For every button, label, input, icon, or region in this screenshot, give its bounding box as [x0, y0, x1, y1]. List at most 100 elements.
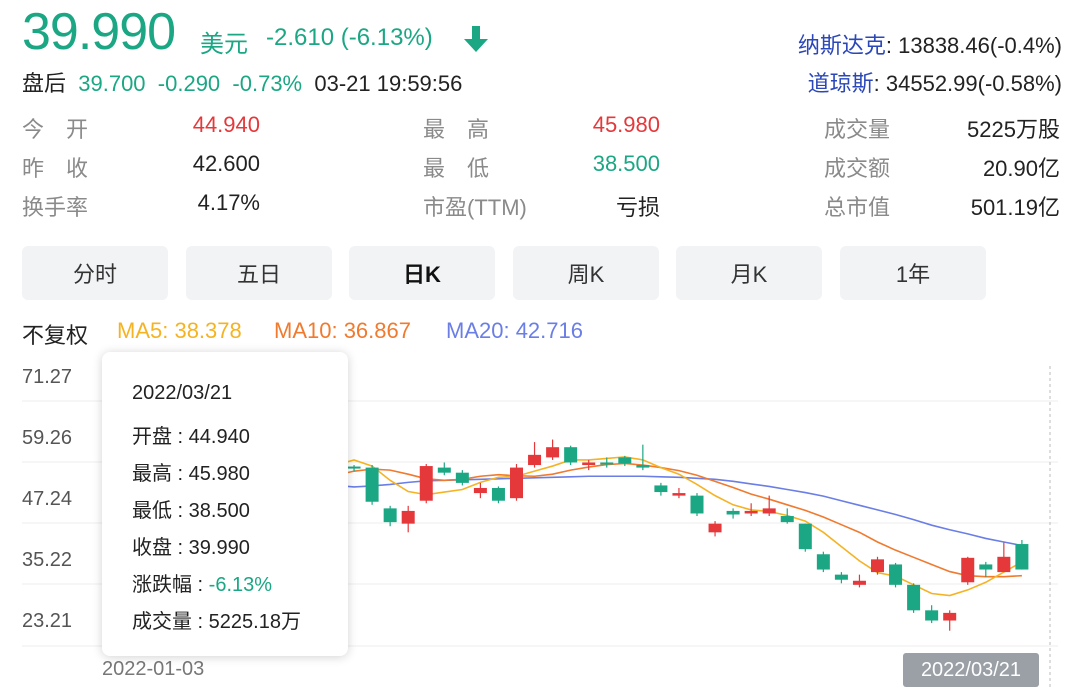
- index-value: : 13838.46(-0.4%): [885, 33, 1062, 58]
- after-hours-price: 39.700: [78, 71, 146, 96]
- ma5-legend: MA5: 38.378: [117, 318, 242, 343]
- candle-body: [600, 462, 614, 465]
- candle-body: [365, 467, 379, 502]
- crosshair-date-label: 2022/03/21: [903, 653, 1039, 687]
- y-tick-label: 35.22: [22, 549, 73, 571]
- candle-body: [437, 467, 451, 473]
- ma20-line: [335, 475, 1023, 547]
- stat-value: 20.90亿: [982, 156, 1060, 181]
- candle-body: [636, 465, 650, 468]
- y-tick-label: 23.21: [22, 610, 73, 632]
- stat-label: 成交量: [824, 117, 891, 142]
- candle-body: [997, 556, 1011, 573]
- candle-body: [816, 554, 830, 570]
- current-price: 39.990: [22, 3, 176, 61]
- tab-monthly-k[interactable]: 月K: [676, 246, 822, 300]
- candle-body: [907, 584, 921, 611]
- stat-label: 今 开: [22, 117, 89, 142]
- ma10-line: [335, 462, 1022, 578]
- y-tick-label: 59.26: [22, 427, 73, 449]
- candle-body: [834, 574, 848, 580]
- candle-body: [690, 495, 704, 514]
- index-nasdaq[interactable]: 纳斯达克: 13838.46(-0.4%): [798, 28, 1062, 60]
- candle-body: [564, 447, 578, 463]
- candle-body: [672, 493, 686, 496]
- stat-label: 换手率: [22, 195, 89, 220]
- tab-five-day[interactable]: 五日: [186, 246, 332, 300]
- candle-body: [943, 612, 957, 621]
- stat-value: 44.940: [192, 112, 260, 137]
- index-dow[interactable]: 道琼斯: 34552.99(-0.58%): [808, 66, 1062, 98]
- currency-unit: 美元: [200, 31, 248, 58]
- tab-weekly-k[interactable]: 周K: [513, 246, 659, 300]
- candle-body: [455, 472, 469, 483]
- candle-body: [762, 508, 776, 514]
- stat-value: 5225万股: [967, 117, 1060, 142]
- candle-body: [726, 510, 740, 515]
- candle-body: [979, 564, 993, 570]
- candle-body: [889, 564, 903, 585]
- tooltip-change: 涨跌幅 : -6.13%: [132, 568, 272, 597]
- index-name: 纳斯达克: [797, 33, 886, 58]
- candle-body: [546, 447, 560, 458]
- candle-body: [347, 466, 361, 469]
- candle-body: [708, 523, 722, 533]
- candle-body: [1015, 544, 1029, 570]
- stat-label: 成交额: [824, 156, 891, 181]
- candle-body: [618, 457, 632, 464]
- tooltip-change-value: -6.13%: [208, 574, 273, 596]
- tab-daily-k[interactable]: 日K: [349, 246, 495, 300]
- adjust-selector[interactable]: 不复权: [22, 318, 88, 350]
- after-hours-label: 盘后: [22, 71, 67, 96]
- candle-body: [744, 510, 758, 514]
- candle-body: [491, 487, 505, 501]
- candle-body: [961, 557, 975, 583]
- after-hours-time: 03-21 19:59:56: [314, 71, 463, 96]
- candle-body: [528, 454, 542, 466]
- stat-label: 昨 收: [22, 156, 89, 181]
- candle-body: [654, 485, 668, 493]
- x-axis-start-label: 2022-01-03: [102, 658, 205, 680]
- candle-body: [510, 467, 523, 499]
- ma20-legend: MA20: 42.716: [446, 318, 583, 343]
- candle-body: [582, 462, 596, 466]
- candle-body: [473, 487, 487, 494]
- after-hours-change: -0.290: [157, 71, 221, 96]
- index-name: 道琼斯: [807, 71, 874, 96]
- tab-intraday[interactable]: 分时: [22, 246, 168, 300]
- stat-value: 4.17%: [197, 190, 260, 215]
- stat-label: 总市值: [824, 195, 891, 220]
- candle-body: [871, 559, 884, 573]
- stat-value: 45.980: [592, 112, 660, 137]
- tooltip-high: 最高 : 45.980: [132, 463, 250, 485]
- stat-value: 亏损: [615, 195, 660, 220]
- tooltip-open: 开盘 : 44.940: [132, 426, 250, 448]
- tooltip-change-label: 涨跌幅 :: [132, 574, 209, 596]
- ohlc-tooltip: 2022/03/21 开盘 : 44.940 最高 : 45.980 最低 : …: [102, 352, 348, 656]
- y-tick-label: 71.27: [22, 366, 73, 388]
- stat-label: 市盈(TTM): [423, 195, 527, 220]
- tooltip-close: 收盘 : 39.990: [132, 537, 250, 559]
- after-hours-pct: -0.73%: [232, 71, 303, 96]
- stat-value: 501.19亿: [970, 195, 1060, 220]
- stat-value: 42.600: [192, 151, 260, 176]
- tooltip-low: 最低 : 38.500: [132, 500, 250, 522]
- y-tick-label: 47.24: [22, 488, 73, 510]
- index-value: : 34552.99(-0.58%): [873, 71, 1062, 96]
- candle-body: [401, 510, 415, 524]
- candle-body: [780, 516, 794, 523]
- price-change: -2.610 (-6.13%): [266, 24, 433, 51]
- candle-body: [419, 466, 433, 501]
- candle-body: [383, 508, 397, 523]
- tooltip-volume: 成交量 : 5225.18万: [132, 611, 301, 633]
- stat-label: 最 高: [423, 117, 490, 142]
- candle-body: [925, 610, 939, 621]
- ma10-legend: MA10: 36.867: [274, 318, 411, 343]
- stat-value: 38.500: [592, 151, 660, 176]
- candle-body: [852, 580, 866, 585]
- candle-body: [798, 523, 812, 550]
- tooltip-date: 2022/03/21: [132, 382, 233, 404]
- down-arrow-icon: [464, 26, 488, 52]
- tab-one-year[interactable]: 1年: [840, 246, 986, 300]
- after-hours-row: 盘后 39.700 -0.290 -0.73% 03-21 19:59:56: [22, 66, 462, 98]
